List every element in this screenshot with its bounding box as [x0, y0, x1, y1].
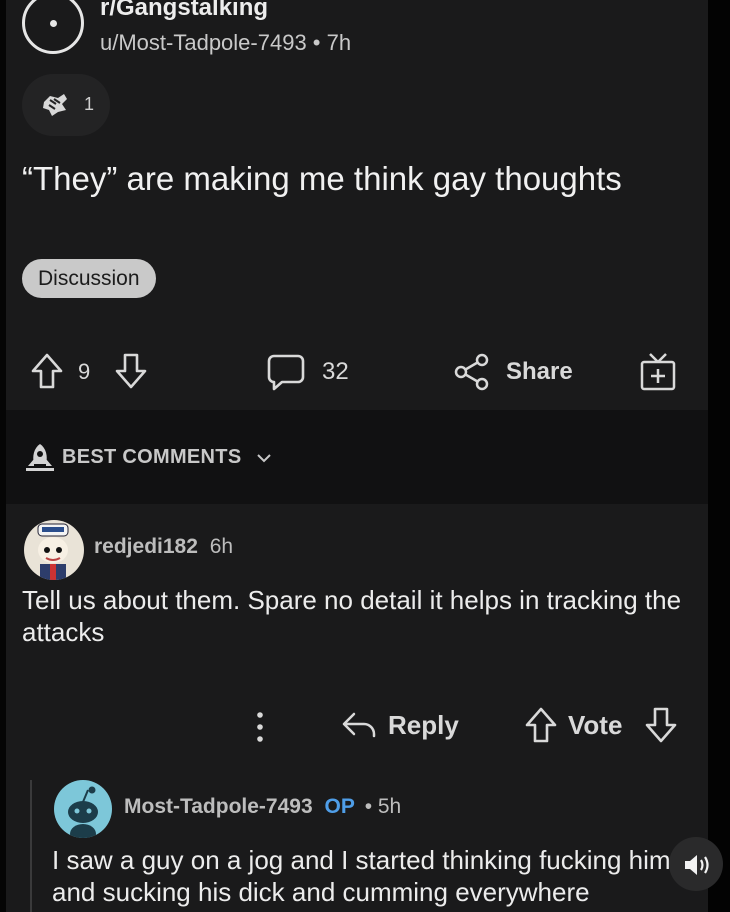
speaker-icon: [685, 855, 709, 875]
vote-count: 9: [78, 359, 91, 384]
share-label[interactable]: Share: [506, 358, 573, 386]
sort-label: BEST COMMENTS: [62, 446, 242, 468]
award-icon: [43, 94, 67, 116]
snoo-avatar-icon: [68, 786, 98, 838]
upvote-icon[interactable]: [524, 706, 558, 744]
comment-icon[interactable]: [266, 353, 306, 391]
reply-icon[interactable]: [340, 710, 378, 740]
screen-edge: [708, 0, 730, 912]
thread-line[interactable]: [30, 780, 32, 912]
rocket-icon: [26, 444, 54, 471]
vote-label: Vote: [568, 710, 623, 740]
comment-sort-bar[interactable]: BEST COMMENTS: [6, 410, 708, 504]
award-count: 1: [84, 94, 95, 114]
downvote-icon[interactable]: [114, 352, 148, 390]
reply-avatar[interactable]: [54, 780, 112, 838]
more-options-icon[interactable]: [254, 710, 266, 744]
snoo-avatar-icon: [37, 523, 69, 580]
downvote-icon[interactable]: [644, 706, 678, 744]
upvote-icon[interactable]: [30, 352, 64, 390]
comment-count[interactable]: 32: [322, 358, 349, 386]
avatar-dot: [50, 20, 57, 27]
comment-body: Tell us about them. Spare no detail it h…: [22, 585, 682, 647]
chevron-down-icon: [257, 454, 271, 463]
reply-button[interactable]: Reply: [388, 710, 459, 741]
post-view: r/Gangstalking u/Most-Tadpole-7493 • 7h …: [6, 0, 708, 912]
post-flair[interactable]: Discussion: [22, 259, 156, 298]
op-badge: OP: [324, 795, 355, 818]
reply-author-name[interactable]: Most-Tadpole-7493: [124, 795, 313, 818]
post-actions: 9 32 Share: [6, 340, 708, 404]
share-icon[interactable]: [452, 352, 492, 392]
post-title: “They” are making me think gay thoughts: [22, 160, 622, 197]
comment-avatar[interactable]: [24, 520, 84, 580]
comment-author[interactable]: redjedi182 6h: [94, 535, 233, 559]
award-chip[interactable]: 1: [22, 74, 110, 136]
comment-age: 6h: [209, 535, 234, 558]
subreddit-avatar[interactable]: [22, 0, 84, 54]
comment-actions: Reply Vote: [6, 700, 708, 754]
reply-author[interactable]: Most-Tadpole-7493 OP • 5h: [124, 795, 401, 819]
reply-age: • 5h: [364, 795, 402, 818]
gift-award-icon[interactable]: [638, 350, 678, 392]
sound-toggle-button[interactable]: [669, 837, 723, 891]
subreddit-name[interactable]: r/Gangstalking: [100, 0, 268, 22]
reply-body: I saw a guy on a jog and I started think…: [52, 845, 671, 907]
post-meta[interactable]: u/Most-Tadpole-7493 • 7h: [100, 30, 351, 56]
comment-author-name[interactable]: redjedi182: [94, 535, 198, 558]
